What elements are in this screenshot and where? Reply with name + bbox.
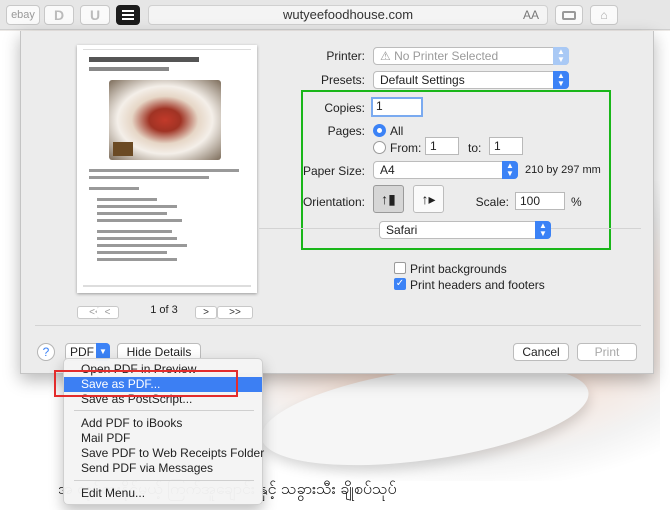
printer-value: ⚠ No Printer Selected [380,49,499,63]
preview-text-line [97,212,167,215]
print-backgrounds-checkbox[interactable] [394,262,406,274]
preview-text-line [89,176,209,179]
annotation-box [54,370,238,397]
pages-all-label: All [390,124,404,138]
printer-label: Printer: [326,49,365,63]
d-label: D [53,7,65,23]
to-page-input[interactable]: 1 [489,137,523,155]
u-favorite-button[interactable]: U [80,5,110,25]
chevron-updown-icon: ▲ ▼ [502,161,518,179]
preview-text-line [97,237,177,240]
from-page-input[interactable]: 1 [425,137,459,155]
preview-header [83,49,251,52]
portrait-button[interactable]: ↑▮ [373,185,404,213]
landscape-icon: ↑▸ [421,190,436,207]
page-counter: 1 of 3 [150,304,178,316]
page-preview [77,45,257,293]
printer-select[interactable]: ⚠ No Printer Selected ▲ ▼ [373,47,569,65]
home-icon: ⌂ [600,8,608,22]
reader-view-button[interactable] [116,5,140,25]
pdf-label: PDF [70,345,94,359]
print-backgrounds-label: Print backgrounds [410,262,507,276]
preview-logo [113,142,133,156]
ebay-favorite-button[interactable]: ebay [6,5,40,25]
printer-icon [562,10,576,20]
help-button[interactable]: ? [37,343,55,361]
d-favorite-button[interactable]: D [44,5,74,25]
paper-dimensions: 210 by 297 mm [525,164,601,176]
menu-item-mail-pdf[interactable]: Mail PDF [64,431,262,446]
menu-item-save-to-web-receipts[interactable]: Save PDF to Web Receipts Folder [64,446,264,461]
app-options-value: Safari [386,223,418,237]
u-label: U [89,7,101,23]
print-headers-footers-checkbox[interactable]: ✓ [394,278,406,290]
presets-value: Default Settings [380,73,465,87]
menu-separator [74,410,254,411]
menu-item-add-to-ibooks[interactable]: Add PDF to iBooks [64,416,262,431]
pages-range-radio[interactable] [373,141,386,154]
pages-from-label: From: [390,141,422,155]
cancel-button[interactable]: Cancel [513,343,569,361]
last-page-button[interactable]: >> [217,306,253,319]
scale-unit: % [571,195,582,209]
portrait-icon: ↑▮ [381,190,396,207]
print-toolbar-button[interactable] [555,5,583,25]
chevron-updown-icon: ▲ ▼ [553,71,569,89]
preview-text-line [97,230,172,233]
preview-text-line [97,219,182,222]
to-label: to: [468,141,482,155]
chevron-updown-icon: ▲ ▼ [535,221,551,239]
ebay-label: ebay [11,9,35,21]
print-headers-footers-label: Print headers and footers [410,278,545,292]
preview-text-line [97,205,177,208]
preview-text-line [97,198,157,201]
copies-label: Copies: [324,101,365,115]
print-button[interactable]: Print [577,343,637,361]
preview-text-line [89,187,139,190]
home-button[interactable]: ⌂ [590,5,618,25]
paper-size-select[interactable]: A4 ▲ ▼ [373,161,518,179]
browser-toolbar: ebay D U wutyeefoodhouse.com AA ⌂ [0,0,670,30]
menu-item-edit-menu[interactable]: Edit Menu... [64,486,262,501]
preview-text-line [97,244,187,247]
chevron-updown-icon: ▲ ▼ [553,47,569,65]
address-bar[interactable]: wutyeefoodhouse.com AA [148,5,548,25]
landscape-button[interactable]: ↑▸ [413,185,444,213]
paper-size-value: A4 [380,163,395,177]
url-text: wutyeefoodhouse.com [282,7,414,22]
preview-text-line [97,258,177,261]
next-page-button[interactable]: > [195,306,217,319]
bottom-divider [35,325,641,326]
presets-label: Presets: [320,73,365,87]
scale-label: Scale: [475,195,509,209]
menu-item-send-via-messages[interactable]: Send PDF via Messages [64,461,262,476]
reader-icon [122,10,134,20]
preview-text-line [97,251,167,254]
print-dialog: << < 1 of 3 > >> Printer: ⚠ No Printer S… [20,31,654,374]
preview-subtitle [89,67,169,71]
preview-title [89,57,199,62]
presets-select[interactable]: Default Settings ▲ ▼ [373,71,569,89]
scale-input[interactable]: 100 [515,192,565,210]
app-options-select[interactable]: Safari ▲ ▼ [379,221,551,239]
copies-input[interactable]: 1 [371,97,423,117]
menu-separator [74,480,254,481]
pages-label: Pages: [327,124,365,138]
paper-size-label: Paper Size: [302,164,365,178]
preview-footer [83,285,251,287]
checkmark-icon: ✓ [395,278,405,289]
prev-page-button[interactable]: < [97,306,119,319]
text-size-button[interactable]: AA [523,6,539,24]
preview-text-line [89,169,239,172]
orientation-label: Orientation: [302,195,365,209]
pages-all-radio[interactable] [373,124,386,137]
